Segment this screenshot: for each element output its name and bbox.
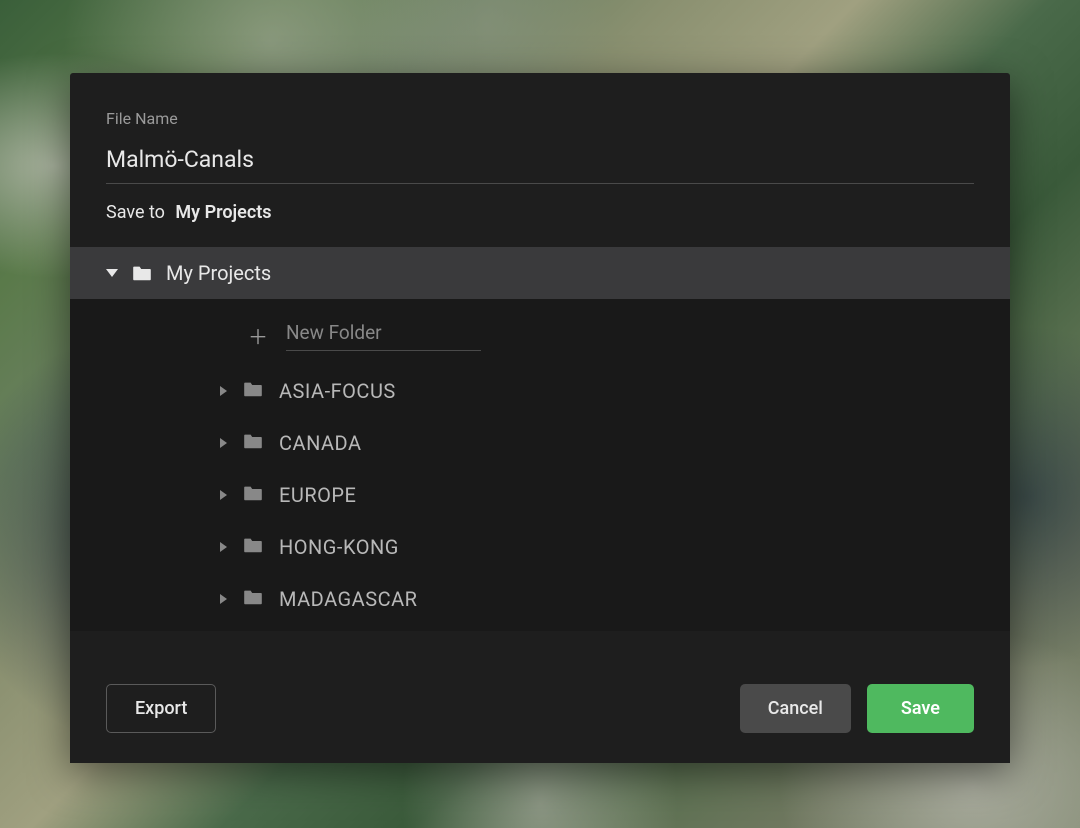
folder-label: EUROPE: [279, 483, 356, 507]
save-button[interactable]: Save: [867, 684, 974, 733]
chevron-right-icon: [220, 490, 227, 500]
tree-root-my-projects[interactable]: My Projects: [70, 247, 1010, 299]
save-to-row: Save to My Projects: [106, 202, 974, 247]
save-dialog: File Name Save to My Projects My Project…: [70, 73, 1010, 763]
new-folder-row[interactable]: ＋: [70, 305, 1010, 365]
chevron-right-icon: [220, 438, 227, 448]
folder-icon: [243, 589, 263, 609]
chevron-right-icon: [220, 386, 227, 396]
tree-folder-row[interactable]: HONG-KONG: [70, 521, 1010, 573]
folder-label: CANADA: [279, 431, 362, 455]
chevron-right-icon: [220, 542, 227, 552]
cancel-button[interactable]: Cancel: [740, 684, 851, 733]
chevron-right-icon: [220, 594, 227, 604]
tree-folder-row[interactable]: CANADA: [70, 417, 1010, 469]
dialog-footer: Export Cancel Save: [70, 660, 1010, 763]
filename-label: File Name: [106, 109, 974, 128]
tree-folder-row[interactable]: ASIA-FOCUS: [70, 365, 1010, 417]
tree-root-label: My Projects: [166, 261, 271, 285]
folder-label: ASIA-FOCUS: [279, 379, 396, 403]
folder-icon: [243, 381, 263, 401]
save-to-location: My Projects: [175, 202, 271, 223]
folder-icon: [243, 433, 263, 453]
plus-icon: ＋: [248, 321, 264, 350]
tree-folder-row[interactable]: EUROPE: [70, 469, 1010, 521]
export-button[interactable]: Export: [106, 684, 216, 733]
folder-label: MADAGASCAR: [279, 587, 417, 611]
folder-icon: [243, 537, 263, 557]
tree-folder-row[interactable]: MADAGASCAR: [70, 573, 1010, 625]
filename-input[interactable]: [106, 142, 974, 184]
dialog-header: File Name Save to My Projects: [70, 73, 1010, 247]
folder-icon: [243, 485, 263, 505]
folder-tree[interactable]: My Projects ＋ ASIA-FOCUS: [70, 247, 1010, 660]
folder-icon: [132, 265, 152, 281]
save-to-label: Save to: [106, 202, 165, 223]
chevron-down-icon: [106, 269, 118, 277]
tree-children: ＋ ASIA-FOCUS CANADA: [70, 299, 1010, 631]
folder-label: HONG-KONG: [279, 535, 399, 559]
new-folder-input[interactable]: [286, 319, 481, 351]
